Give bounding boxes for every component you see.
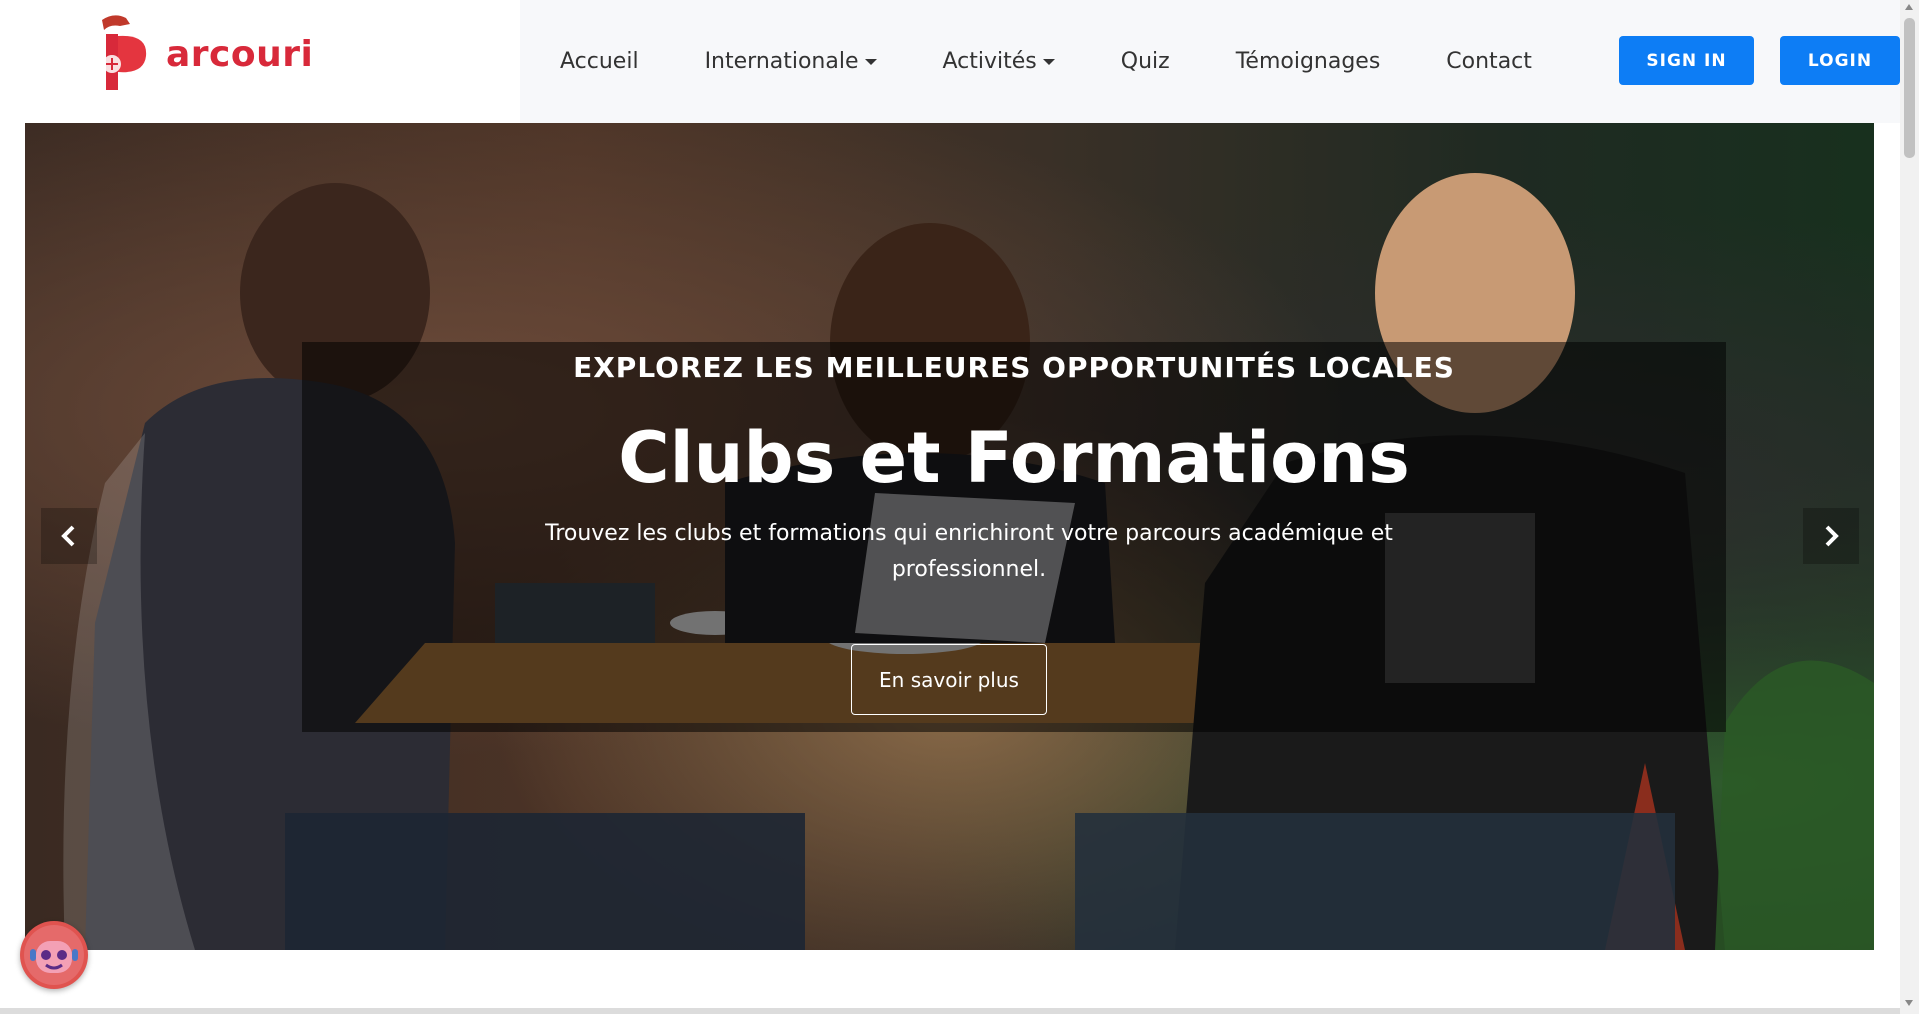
scrollbar-thumb[interactable] [1904, 18, 1915, 158]
carousel-next-button[interactable] [1803, 508, 1859, 564]
nav-item-accueil[interactable]: Accueil [560, 49, 639, 74]
chevron-right-icon [1825, 525, 1839, 547]
nav-item-contact[interactable]: Contact [1446, 49, 1532, 74]
login-button[interactable]: LOGIN [1780, 36, 1900, 85]
brand-name: arcouri [166, 33, 314, 75]
nav-label: Quiz [1120, 48, 1170, 74]
logo[interactable]: arcouri [92, 12, 332, 96]
nav-label: Activités [942, 48, 1037, 74]
caret-down-icon [864, 58, 877, 65]
nav-label: Internationale [704, 48, 859, 74]
hero-eyebrow: EXPLOREZ LES MEILLEURES OPPORTUNITÉS LOC… [573, 351, 1455, 384]
site-header: arcouri Accueil Internationale Activités… [0, 0, 1900, 123]
hero-description: Trouvez les clubs et formations qui enri… [545, 521, 1393, 582]
chatbot-button[interactable] [20, 921, 88, 989]
nav-label: Témoignages [1235, 48, 1381, 74]
main-nav: Accueil Internationale Activités Quiz Té… [528, 36, 1532, 86]
chevron-left-icon [61, 525, 75, 547]
vertical-scrollbar[interactable] [1900, 0, 1919, 1014]
nav-item-activites[interactable]: Activités [943, 49, 1055, 74]
learn-more-button[interactable]: En savoir plus [851, 644, 1047, 715]
sign-in-button[interactable]: SIGN IN [1619, 36, 1754, 85]
hero-title: Clubs et Formations [618, 417, 1410, 499]
page-divider [0, 1008, 1900, 1014]
nav-item-temoignages[interactable]: Témoignages [1236, 49, 1381, 74]
hero-carousel: EXPLOREZ LES MEILLEURES OPPORTUNITÉS LOC… [25, 123, 1874, 950]
carousel-prev-button[interactable] [41, 508, 97, 564]
scroll-up-icon[interactable] [1905, 4, 1913, 10]
robot-icon [24, 925, 84, 985]
nav-label: Accueil [560, 48, 639, 74]
scroll-down-icon[interactable] [1905, 1000, 1913, 1006]
logo-icon [92, 12, 152, 96]
nav-item-internationale[interactable]: Internationale [705, 49, 877, 74]
nav-item-quiz[interactable]: Quiz [1121, 49, 1170, 74]
nav-label: Contact [1446, 48, 1532, 74]
caret-down-icon [1042, 58, 1055, 65]
